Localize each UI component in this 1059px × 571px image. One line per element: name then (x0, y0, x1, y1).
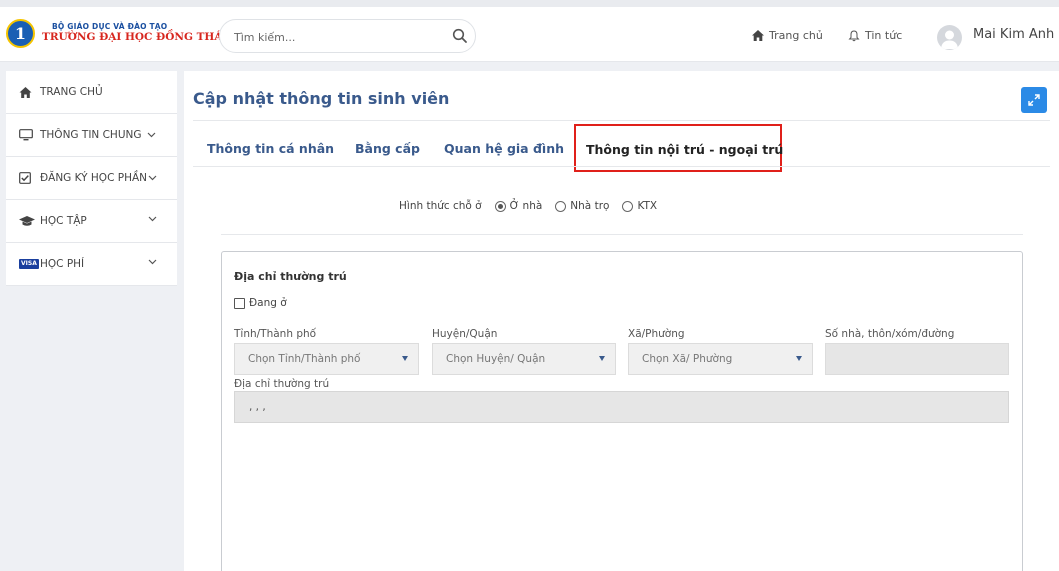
sidebar: TRANG CHỦ THÔNG TIN CHUNG ĐĂNG KÝ HỌC PH… (6, 71, 177, 286)
user-name-label: Mai Kim Anh (973, 27, 1055, 42)
radio-label: Ở nhà (509, 200, 543, 212)
sidebar-item-label: ĐĂNG KÝ HỌC PHẦN (40, 172, 148, 184)
logo-emblem-icon: 1 (6, 19, 35, 48)
nav-home-link[interactable]: Trang chủ (752, 29, 823, 42)
radio-o-nha[interactable]: Ở nhà (494, 200, 543, 212)
sidebar-item-hoc-tap[interactable]: HỌC TẬP (6, 200, 177, 243)
district-label: Huyện/Quận (432, 328, 498, 340)
currently-living-checkbox[interactable]: Đang ở (234, 297, 287, 309)
chevron-down-icon (148, 259, 157, 265)
chevron-down-icon (148, 216, 157, 222)
caret-down-icon (796, 356, 802, 361)
radio-selected-icon (494, 200, 506, 212)
sidebar-item-trang-chu[interactable]: TRANG CHỦ (6, 71, 177, 114)
province-label: Tỉnh/Thành phố (234, 328, 317, 340)
main-content: Cập nhật thông tin sinh viên Thông tin c… (184, 71, 1059, 571)
page-title: Cập nhật thông tin sinh viên (193, 89, 450, 108)
university-logo[interactable]: 1 BỘ GIÁO DỤC VÀ ĐÀO TẠO TRƯỜNG ĐẠI HỌC … (6, 19, 230, 49)
tab-quan-he-gia-dinh[interactable]: Quan hệ gia đình (444, 141, 564, 156)
checkbox-label: Đang ở (249, 297, 287, 309)
monitor-icon (19, 129, 37, 141)
sidebar-item-label: TRANG CHỦ (40, 86, 103, 98)
residence-divider (221, 234, 1023, 235)
radio-label: KTX (637, 200, 658, 212)
sidebar-item-label: HỌC TẬP (40, 215, 87, 227)
street-input[interactable] (825, 343, 1009, 375)
expand-icon (1028, 94, 1040, 106)
nav-news-link[interactable]: Tin tức (848, 29, 902, 42)
tab-bang-cap[interactable]: Bằng cấp (355, 141, 420, 156)
permanent-address-panel: Địa chỉ thường trú Đang ở Tỉnh/Thành phố… (221, 251, 1023, 571)
panel-title: Địa chỉ thường trú (234, 270, 347, 283)
full-address-field: , , , (234, 391, 1009, 423)
nav-news-label: Tin tức (865, 29, 903, 42)
header: 1 BỘ GIÁO DỤC VÀ ĐÀO TẠO TRƯỜNG ĐẠI HỌC … (0, 7, 1059, 62)
user-menu[interactable]: Mai Kim Anh (973, 27, 1059, 42)
logo-university-text: TRƯỜNG ĐẠI HỌC ĐỒNG THÁP (42, 31, 231, 43)
tab-thong-tin-ca-nhan[interactable]: Thông tin cá nhân (207, 141, 334, 156)
ward-select-value: Chọn Xã/ Phường (642, 353, 733, 365)
top-strip (0, 0, 1059, 7)
province-select-value: Chọn Tỉnh/Thành phố (248, 353, 361, 365)
sidebar-item-thong-tin-chung[interactable]: THÔNG TIN CHUNG (6, 114, 177, 157)
graduation-cap-icon (19, 215, 37, 227)
chevron-down-icon (147, 132, 155, 138)
district-select[interactable]: Chọn Huyện/ Quận (432, 343, 616, 375)
radio-ktx[interactable]: KTX (622, 200, 657, 212)
expand-button[interactable] (1021, 87, 1047, 113)
home-icon (752, 30, 764, 41)
home-icon (19, 86, 37, 98)
ward-label: Xã/Phường (628, 328, 685, 340)
search-box (219, 19, 476, 53)
logo-ministry-text: BỘ GIÁO DỤC VÀ ĐÀO TẠO (52, 22, 168, 31)
radio-unselected-icon (555, 200, 567, 212)
checkbox-icon (19, 172, 37, 184)
full-address-label: Địa chỉ thường trú (234, 378, 330, 390)
street-label: Số nhà, thôn/xóm/đường (825, 328, 955, 340)
bell-icon (848, 29, 860, 41)
tabs-divider (193, 166, 1050, 167)
chevron-down-icon (148, 175, 157, 181)
residence-type-label: Hình thức chỗ ở (399, 200, 482, 212)
visa-card-icon: VISA (19, 259, 39, 269)
ward-select[interactable]: Chọn Xã/ Phường (628, 343, 813, 375)
sidebar-item-label: HỌC PHÍ (40, 258, 85, 270)
tab-thong-tin-noi-tru-ngoai-tru[interactable]: Thông tin nội trú - ngoại trú (574, 124, 784, 172)
sidebar-item-label: THÔNG TIN CHUNG (40, 129, 142, 141)
avatar[interactable] (937, 25, 962, 50)
sidebar-item-dang-ky-hoc-phan[interactable]: ĐĂNG KÝ HỌC PHẦN (6, 157, 177, 200)
user-avatar-icon (941, 30, 958, 49)
radio-label: Nhà trọ (570, 200, 610, 212)
district-select-value: Chọn Huyện/ Quận (446, 353, 546, 365)
caret-down-icon (599, 356, 605, 361)
sidebar-item-hoc-phi[interactable]: VISA HỌC PHÍ (6, 243, 177, 286)
checkbox-icon (234, 297, 245, 309)
full-address-value: , , , (249, 401, 266, 413)
caret-down-icon (402, 356, 408, 361)
radio-nha-tro[interactable]: Nhà trọ (555, 200, 609, 212)
title-divider (193, 120, 1050, 121)
radio-unselected-icon (622, 200, 634, 212)
residence-type-group: Hình thức chỗ ở Ở nhà Nhà trọ KTX (399, 200, 657, 212)
search-icon[interactable] (452, 28, 468, 44)
nav-home-label: Trang chủ (769, 29, 823, 42)
search-input[interactable] (234, 28, 434, 46)
province-select[interactable]: Chọn Tỉnh/Thành phố (234, 343, 419, 375)
tab-label: Thông tin nội trú - ngoại trú (586, 142, 784, 157)
